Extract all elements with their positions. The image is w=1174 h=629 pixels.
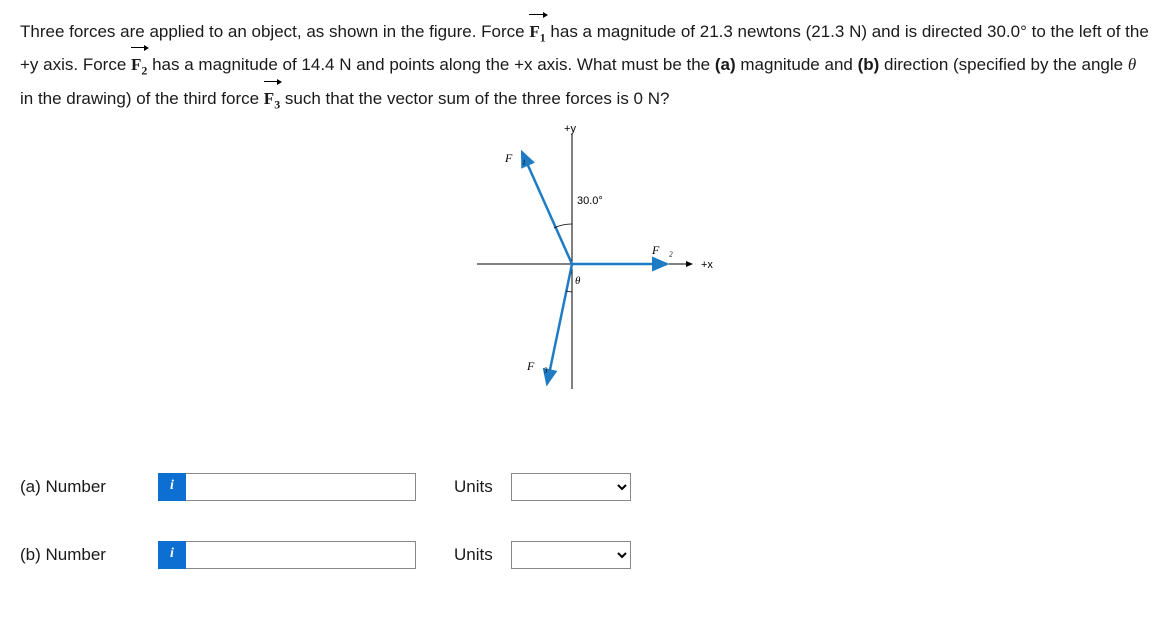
answer-row-a: (a) Number i Units xyxy=(20,473,1154,501)
text: magnitude and xyxy=(740,55,857,74)
svg-text:F⃗₁: F⃗₁ xyxy=(504,151,526,165)
info-icon[interactable]: i xyxy=(158,473,186,501)
units-label-a: Units xyxy=(454,473,493,500)
text: Three forces are applied to an object, a… xyxy=(20,22,529,41)
text: has a magnitude of 14.4 N and points alo… xyxy=(152,55,715,74)
units-label-b: Units xyxy=(454,541,493,568)
units-select-a[interactable] xyxy=(511,473,631,501)
part-b-label: (b) xyxy=(858,55,880,74)
svg-text:+y: +y xyxy=(564,124,576,135)
problem-statement: Three forces are applied to an object, a… xyxy=(20,14,1154,114)
vector-f3: F3 xyxy=(264,81,280,114)
answer-row-b: (b) Number i Units xyxy=(20,541,1154,569)
text: in the drawing) of the third force xyxy=(20,89,264,108)
text: direction (specified by the angle xyxy=(884,55,1128,74)
svg-text:F⃗₂: F⃗₂ xyxy=(651,243,673,257)
text: such that the vector sum of the three fo… xyxy=(285,89,670,108)
info-icon[interactable]: i xyxy=(158,541,186,569)
svg-text:θ: θ xyxy=(575,275,581,287)
units-select-b[interactable] xyxy=(511,541,631,569)
row-a-label: (a) Number xyxy=(20,473,140,500)
force-diagram: +y +x F⃗₁ 30.0° F⃗₂ F⃗₃ θ xyxy=(20,124,1154,412)
number-input-a[interactable] xyxy=(186,473,416,501)
svg-text:F⃗₃: F⃗₃ xyxy=(526,359,548,373)
part-a-label: (a) xyxy=(715,55,736,74)
row-b-label: (b) Number xyxy=(20,541,140,568)
number-input-b[interactable] xyxy=(186,541,416,569)
answer-section: (a) Number i Units (b) Number i Units xyxy=(20,473,1154,569)
vector-f2: F2 xyxy=(131,47,147,80)
svg-text:+x: +x xyxy=(701,259,713,271)
theta-symbol: θ xyxy=(1128,55,1136,74)
svg-text:30.0°: 30.0° xyxy=(577,195,603,207)
vector-f1: F1 xyxy=(529,14,545,47)
